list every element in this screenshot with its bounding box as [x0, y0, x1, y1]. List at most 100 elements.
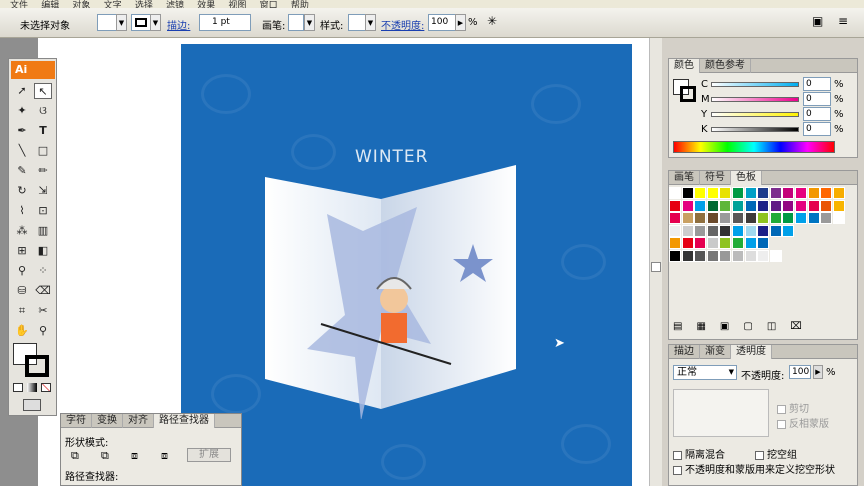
color-swatch[interactable]: [757, 212, 770, 225]
magic-wand-icon[interactable]: ✦: [13, 103, 31, 119]
eyedropper-icon[interactable]: ⚲: [13, 263, 31, 279]
live-paint-bucket-icon[interactable]: ⛁: [13, 283, 31, 299]
m-slider[interactable]: [711, 97, 799, 102]
unite-icon[interactable]: ⧉: [71, 449, 79, 463]
new-swatch-icon[interactable]: ◫: [767, 321, 790, 332]
invert-mask-option[interactable]: 反相蒙版: [777, 415, 829, 430]
stroke-preview[interactable]: [680, 86, 696, 102]
k-slider[interactable]: [711, 127, 799, 132]
color-swatch[interactable]: [669, 187, 681, 199]
color-swatch[interactable]: [706, 250, 719, 262]
brush-dropdown[interactable]: ▼: [304, 14, 315, 31]
color-swatch[interactable]: [757, 237, 770, 250]
color-swatch[interactable]: [669, 237, 681, 250]
warp-tool-icon[interactable]: ⌇: [13, 203, 31, 219]
color-swatch[interactable]: [757, 250, 770, 262]
screen-mode-icon[interactable]: [23, 399, 41, 411]
clip-option[interactable]: 剪切: [777, 400, 809, 415]
tab-gradient[interactable]: 渐变: [700, 345, 731, 359]
color-swatch[interactable]: [795, 199, 807, 212]
stroke-weight-input[interactable]: 1 pt: [199, 14, 251, 31]
color-swatch[interactable]: [681, 212, 694, 225]
swatch-options-icon[interactable]: ▣: [720, 321, 743, 332]
fill-swatch[interactable]: [97, 14, 117, 31]
color-swatch[interactable]: [706, 187, 719, 199]
blend-tool-icon[interactable]: ⁘: [34, 263, 52, 279]
color-swatch[interactable]: [694, 187, 707, 199]
opacity-input[interactable]: 100: [428, 14, 456, 31]
show-kinds-icon[interactable]: ▦: [696, 321, 719, 332]
fill-dropdown[interactable]: ▼: [116, 14, 127, 31]
gradient-tool-icon[interactable]: ◧: [34, 243, 52, 259]
gradient-mode-icon[interactable]: [27, 383, 37, 392]
color-swatch[interactable]: [732, 199, 744, 212]
color-swatch[interactable]: [769, 187, 782, 199]
scrollbar-thumb[interactable]: [651, 262, 661, 272]
symbol-sprayer-icon[interactable]: ⁂: [13, 223, 31, 239]
color-swatch[interactable]: [706, 199, 719, 212]
color-swatch[interactable]: [769, 199, 782, 212]
color-swatch[interactable]: [681, 250, 694, 262]
color-swatch[interactable]: [732, 212, 744, 225]
swatch-grid[interactable]: [669, 187, 855, 263]
color-swatch[interactable]: [719, 187, 732, 199]
tab-brushes[interactable]: 画笔: [669, 171, 700, 185]
color-swatch[interactable]: [832, 187, 845, 199]
free-transform-icon[interactable]: ⊡: [34, 203, 52, 219]
c-value-input[interactable]: 0: [803, 77, 831, 91]
zoom-tool-icon[interactable]: ⚲: [34, 323, 52, 339]
stroke-color-icon[interactable]: [25, 355, 49, 377]
y-slider[interactable]: [711, 112, 799, 117]
color-swatch[interactable]: [719, 199, 732, 212]
selection-tool-icon[interactable]: ➚: [13, 83, 31, 99]
tab-color[interactable]: 颜色: [669, 59, 700, 73]
color-swatch[interactable]: [706, 224, 719, 237]
color-swatch[interactable]: [832, 212, 845, 225]
color-swatch[interactable]: [795, 212, 807, 225]
tab-transparency[interactable]: 透明度: [731, 345, 772, 359]
isolate-blending-option[interactable]: 隔离混合: [673, 446, 725, 461]
pen-tool-icon[interactable]: ✒: [13, 123, 31, 139]
vertical-scrollbar[interactable]: [649, 38, 662, 486]
slice-tool-icon[interactable]: ⌗: [13, 303, 31, 319]
color-swatch[interactable]: [669, 212, 681, 225]
type-tool-icon[interactable]: T: [34, 123, 52, 139]
color-swatch[interactable]: [769, 224, 782, 237]
color-swatch[interactable]: [669, 199, 681, 212]
transparency-opacity-input[interactable]: 100: [789, 365, 811, 379]
color-swatch[interactable]: [757, 224, 770, 237]
exclude-icon[interactable]: ⧈: [161, 449, 168, 463]
blend-mode-select[interactable]: 正常 ▼: [673, 365, 737, 380]
scissors-icon[interactable]: ✂: [34, 303, 52, 319]
m-value-input[interactable]: 0: [803, 92, 831, 106]
color-swatch[interactable]: [757, 199, 770, 212]
color-mode-icon[interactable]: [13, 383, 23, 392]
tab-swatches[interactable]: 色板: [731, 171, 762, 185]
pencil-icon[interactable]: ✏: [34, 163, 52, 179]
color-swatch[interactable]: [732, 250, 744, 262]
color-swatch[interactable]: [782, 224, 795, 237]
mesh-tool-icon[interactable]: ⊞: [13, 243, 31, 259]
knockout-group-option[interactable]: 挖空组: [755, 446, 797, 461]
options-menu-icon[interactable]: ≡: [838, 14, 848, 28]
artboard[interactable]: WINTER ➤: [181, 44, 632, 486]
color-swatch[interactable]: [769, 212, 782, 225]
style-dropdown[interactable]: ▼: [365, 14, 376, 31]
color-swatch[interactable]: [744, 187, 757, 199]
color-swatch[interactable]: [681, 224, 694, 237]
delete-swatch-icon[interactable]: ⌧: [790, 321, 816, 332]
color-swatch[interactable]: [807, 212, 820, 225]
stroke-label[interactable]: 描边:: [167, 17, 190, 32]
document-setup-icon[interactable]: ▣: [812, 14, 823, 28]
color-swatch[interactable]: [820, 212, 833, 225]
tab-symbols[interactable]: 符号: [700, 171, 731, 185]
color-swatch[interactable]: [732, 187, 744, 199]
y-value-input[interactable]: 0: [803, 107, 831, 121]
c-slider[interactable]: [711, 82, 799, 87]
new-color-group-icon[interactable]: ▢: [743, 321, 766, 332]
color-swatch[interactable]: [744, 199, 757, 212]
color-swatch[interactable]: [719, 237, 732, 250]
color-swatch[interactable]: [807, 199, 820, 212]
color-swatch[interactable]: [782, 212, 795, 225]
color-swatch[interactable]: [669, 224, 681, 237]
